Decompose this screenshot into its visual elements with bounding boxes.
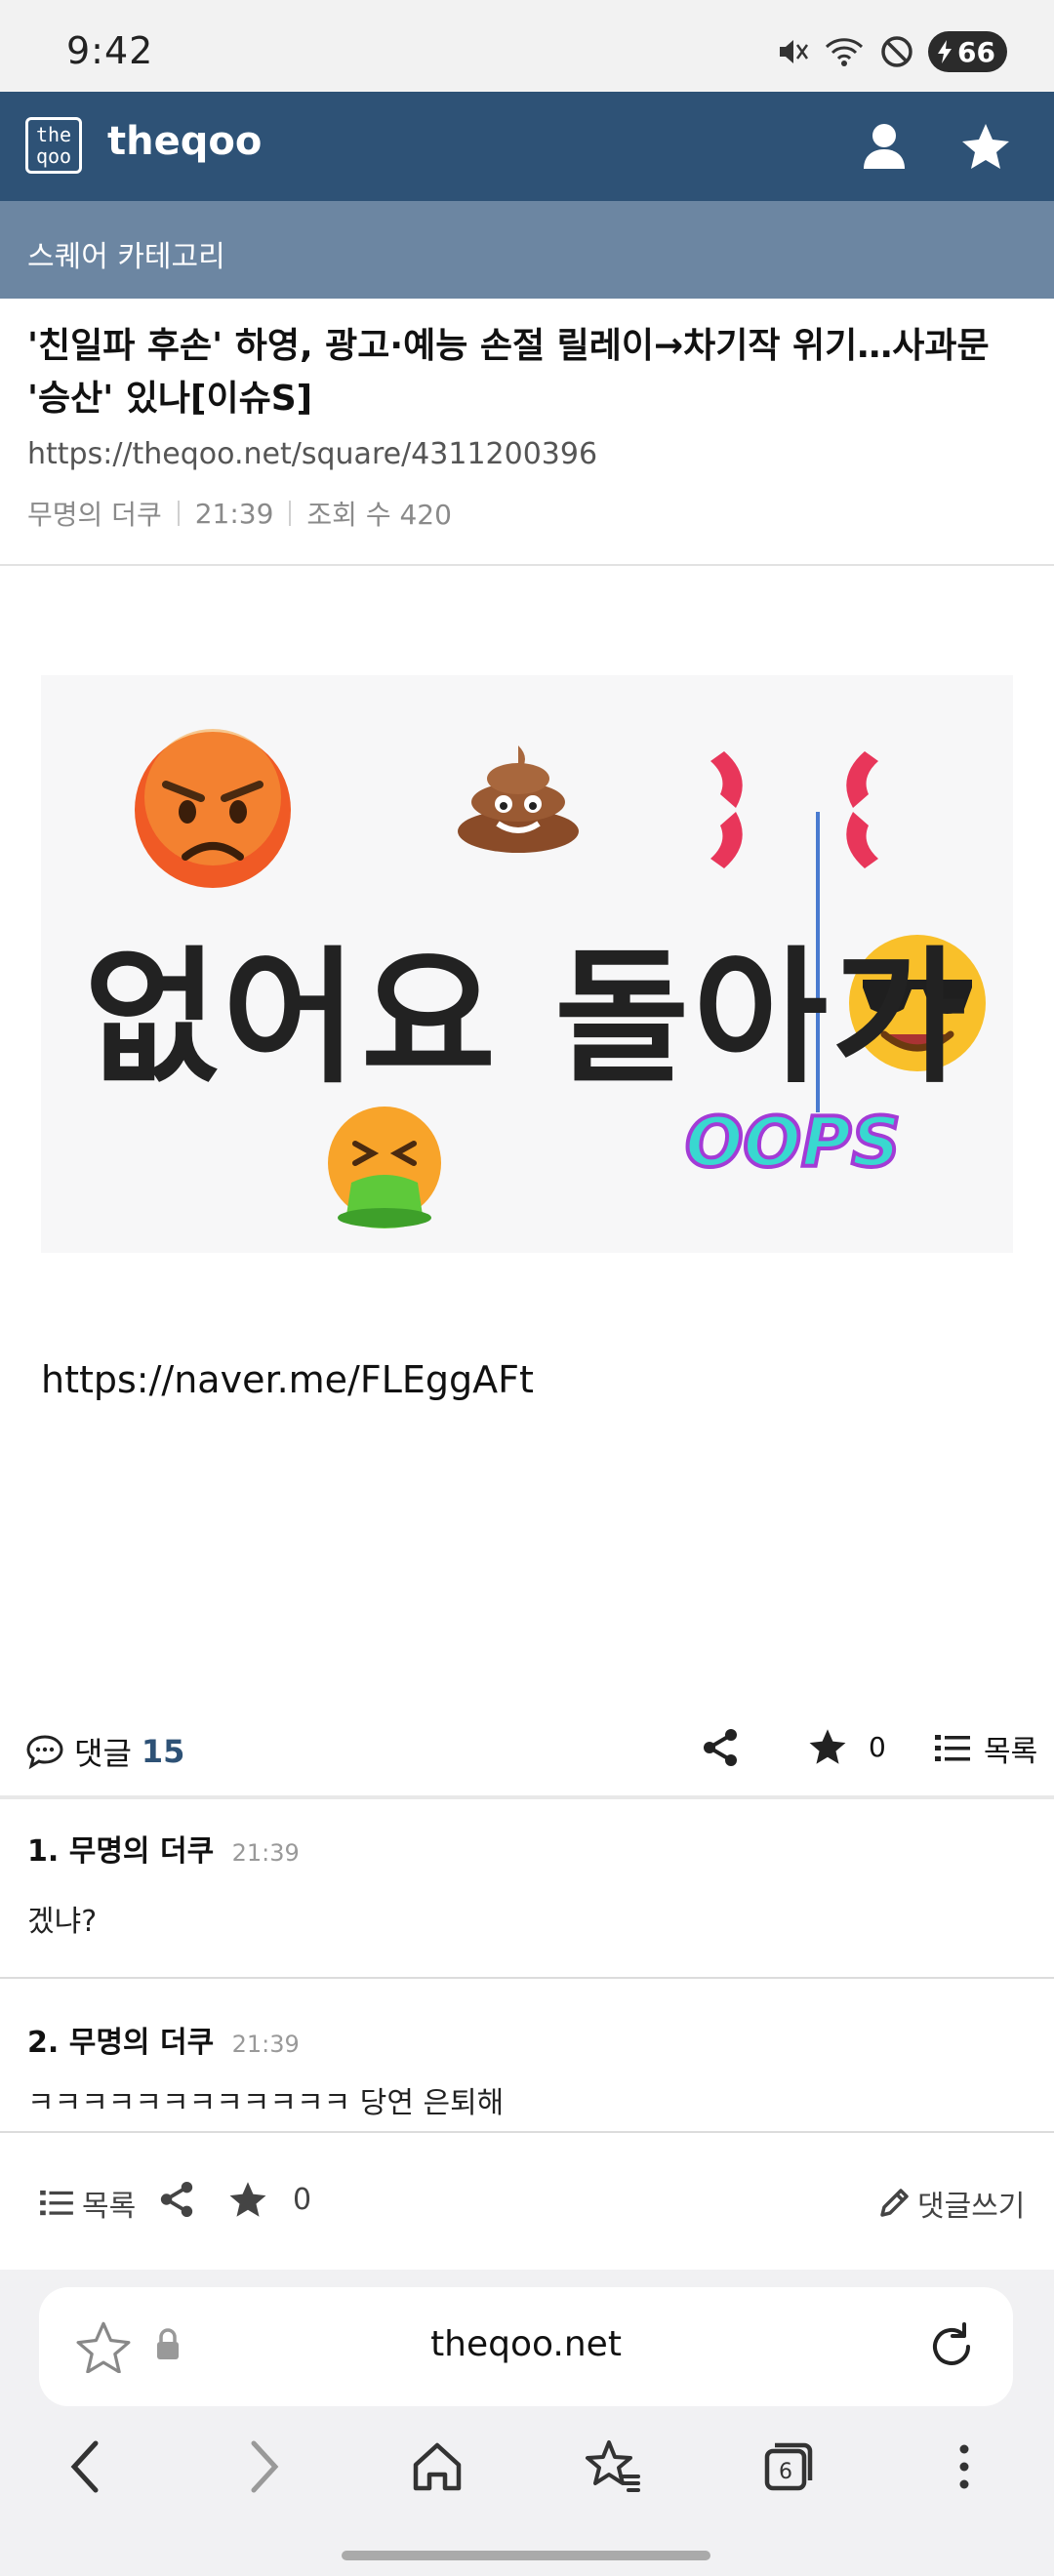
pencil-icon — [880, 2189, 909, 2217]
star-icon — [809, 1729, 846, 1764]
star-icon — [962, 124, 1009, 169]
comment-header: 2. 무명의 더쿠 21:39 — [27, 2018, 300, 2061]
image-caption: 없어요 돌아가 — [84, 934, 971, 1104]
list-icon — [40, 2190, 73, 2216]
vomiting-face-icon — [328, 1107, 441, 1228]
comment-header: 1. 무명의 더쿠 21:39 — [27, 1827, 300, 1870]
user-icon — [864, 124, 905, 169]
article-header: '친일파 후손' 하영, 광고·예능 손절 릴레이→차기작 위기…사과문 '승산… — [0, 299, 1054, 566]
tab-count: 6 — [779, 2460, 792, 2484]
article-url[interactable]: https://theqoo.net/square/4311200396 — [27, 437, 597, 471]
more-vertical-icon — [959, 2444, 969, 2489]
write-comment-label: 댓글쓰기 — [917, 2190, 1026, 2224]
article-image[interactable]: 없어요 돌아가 OOPS — [41, 675, 1013, 1253]
browser-bottom-bar: theqoo.net 6 — [0, 2270, 1054, 2576]
bottom-list-button[interactable]: 목록 — [39, 2182, 136, 2225]
post-action-row: 목록 0 댓글쓰기 — [0, 2133, 1054, 2270]
comment-number: 2. — [27, 2026, 60, 2060]
bottom-list-label: 목록 — [82, 2190, 137, 2224]
comment-number: 1. — [27, 1834, 60, 1869]
dnd-icon — [879, 34, 914, 69]
comment-text: ㅋㅋㅋㅋㅋㅋㅋㅋㅋㅋㅋㅋ 당연 은퇴해 — [27, 2086, 505, 2120]
category-bar[interactable]: 스퀘어 카테고리 — [0, 201, 1054, 299]
gesture-handle[interactable] — [342, 2551, 710, 2560]
article-author[interactable]: 무명의 더쿠 — [27, 494, 162, 533]
wifi-icon — [823, 35, 866, 68]
comment-item: 2. 무명의 더쿠 21:39 ㅋㅋㅋㅋㅋㅋㅋㅋㅋㅋㅋㅋ 당연 은퇴해 — [0, 1979, 1054, 2133]
write-comment-button[interactable]: 댓글쓰기 — [876, 2182, 1025, 2225]
battery-indicator: 66 — [928, 31, 1007, 72]
share-icon — [160, 2181, 193, 2218]
bookmark-list-icon — [586, 2440, 640, 2492]
user-button[interactable] — [855, 117, 913, 176]
comment-count-button[interactable]: 댓글 15 — [25, 1729, 184, 1774]
comment-count: 15 — [141, 1733, 185, 1770]
comment-time: 21:39 — [231, 1839, 300, 1867]
article-time: 21:39 — [194, 497, 274, 530]
comment-label: 댓글 — [74, 1735, 132, 1772]
reload-icon — [933, 2322, 970, 2365]
comment-author[interactable]: 무명의 더쿠 — [69, 1834, 214, 1869]
star-icon — [229, 2182, 266, 2217]
comment-author[interactable]: 무명의 더쿠 — [69, 2026, 214, 2060]
list-icon — [935, 1735, 970, 1761]
chevron-left-icon — [70, 2440, 99, 2493]
charging-icon — [938, 40, 953, 63]
scrap-button[interactable]: 0 — [808, 1727, 886, 1766]
home-icon — [413, 2442, 462, 2491]
scrap-count: 0 — [869, 1730, 886, 1763]
bottom-scrap-count: 0 — [293, 2182, 312, 2217]
address-bar[interactable]: theqoo.net — [39, 2287, 1013, 2406]
menu-button[interactable] — [929, 2432, 999, 2502]
status-icons: 66 — [776, 29, 1007, 74]
poop-icon — [458, 745, 579, 853]
battery-level: 66 — [957, 35, 995, 68]
category-label: 스퀘어 카테고리 — [27, 240, 225, 274]
bookmarks-button[interactable] — [578, 2432, 648, 2502]
comment-item: 1. 무명의 더쿠 21:39 겠냐? — [0, 1799, 1054, 1979]
home-button[interactable] — [402, 2432, 472, 2502]
mute-icon — [776, 35, 809, 68]
list-label: 목록 — [984, 1735, 1038, 1769]
reload-button[interactable] — [925, 2320, 978, 2377]
bottom-scrap-button[interactable]: 0 — [228, 2180, 311, 2219]
angry-face-icon — [135, 729, 291, 888]
tabs-button[interactable]: 6 — [753, 2432, 824, 2502]
favorite-button[interactable] — [956, 117, 1015, 176]
chevron-right-icon — [251, 2440, 279, 2493]
article-title: '친일파 후손' 하영, 광고·예능 손절 릴레이→차기작 위기…사과문 '승산… — [27, 326, 990, 419]
article-views: 조회 수 420 — [306, 499, 452, 531]
article-body-link[interactable]: https://naver.me/FLEggAFt — [41, 1358, 534, 1401]
back-button[interactable] — [51, 2432, 121, 2502]
status-time: 9:42 — [66, 29, 154, 72]
site-logo[interactable]: the qoo — [25, 117, 82, 174]
meta-divider — [289, 501, 292, 526]
meta-divider — [177, 501, 180, 526]
share-icon — [704, 1729, 737, 1766]
article-meta: 무명의 더쿠 21:39 조회 수 420 — [27, 494, 452, 533]
share-button[interactable] — [701, 1727, 740, 1772]
url-text[interactable]: theqoo.net — [39, 2324, 1013, 2364]
comment-text: 겠냐? — [27, 1905, 98, 1939]
list-button[interactable]: 목록 — [935, 1727, 1037, 1770]
anger-symbol-icon — [710, 751, 878, 868]
app-header: the qoo theqoo — [0, 92, 1054, 201]
image-oops-text: OOPS — [683, 1101, 903, 1185]
forward-button[interactable] — [228, 2432, 299, 2502]
comment-time: 21:39 — [231, 2031, 300, 2058]
tabs-icon: 6 — [764, 2442, 813, 2491]
app-title[interactable]: theqoo — [107, 119, 262, 164]
comment-bar: 댓글 15 0 목록 — [0, 1702, 1054, 1799]
comment-icon — [26, 1735, 63, 1770]
bottom-share-button[interactable] — [158, 2180, 195, 2223]
status-bar: 9:42 66 — [0, 0, 1054, 92]
